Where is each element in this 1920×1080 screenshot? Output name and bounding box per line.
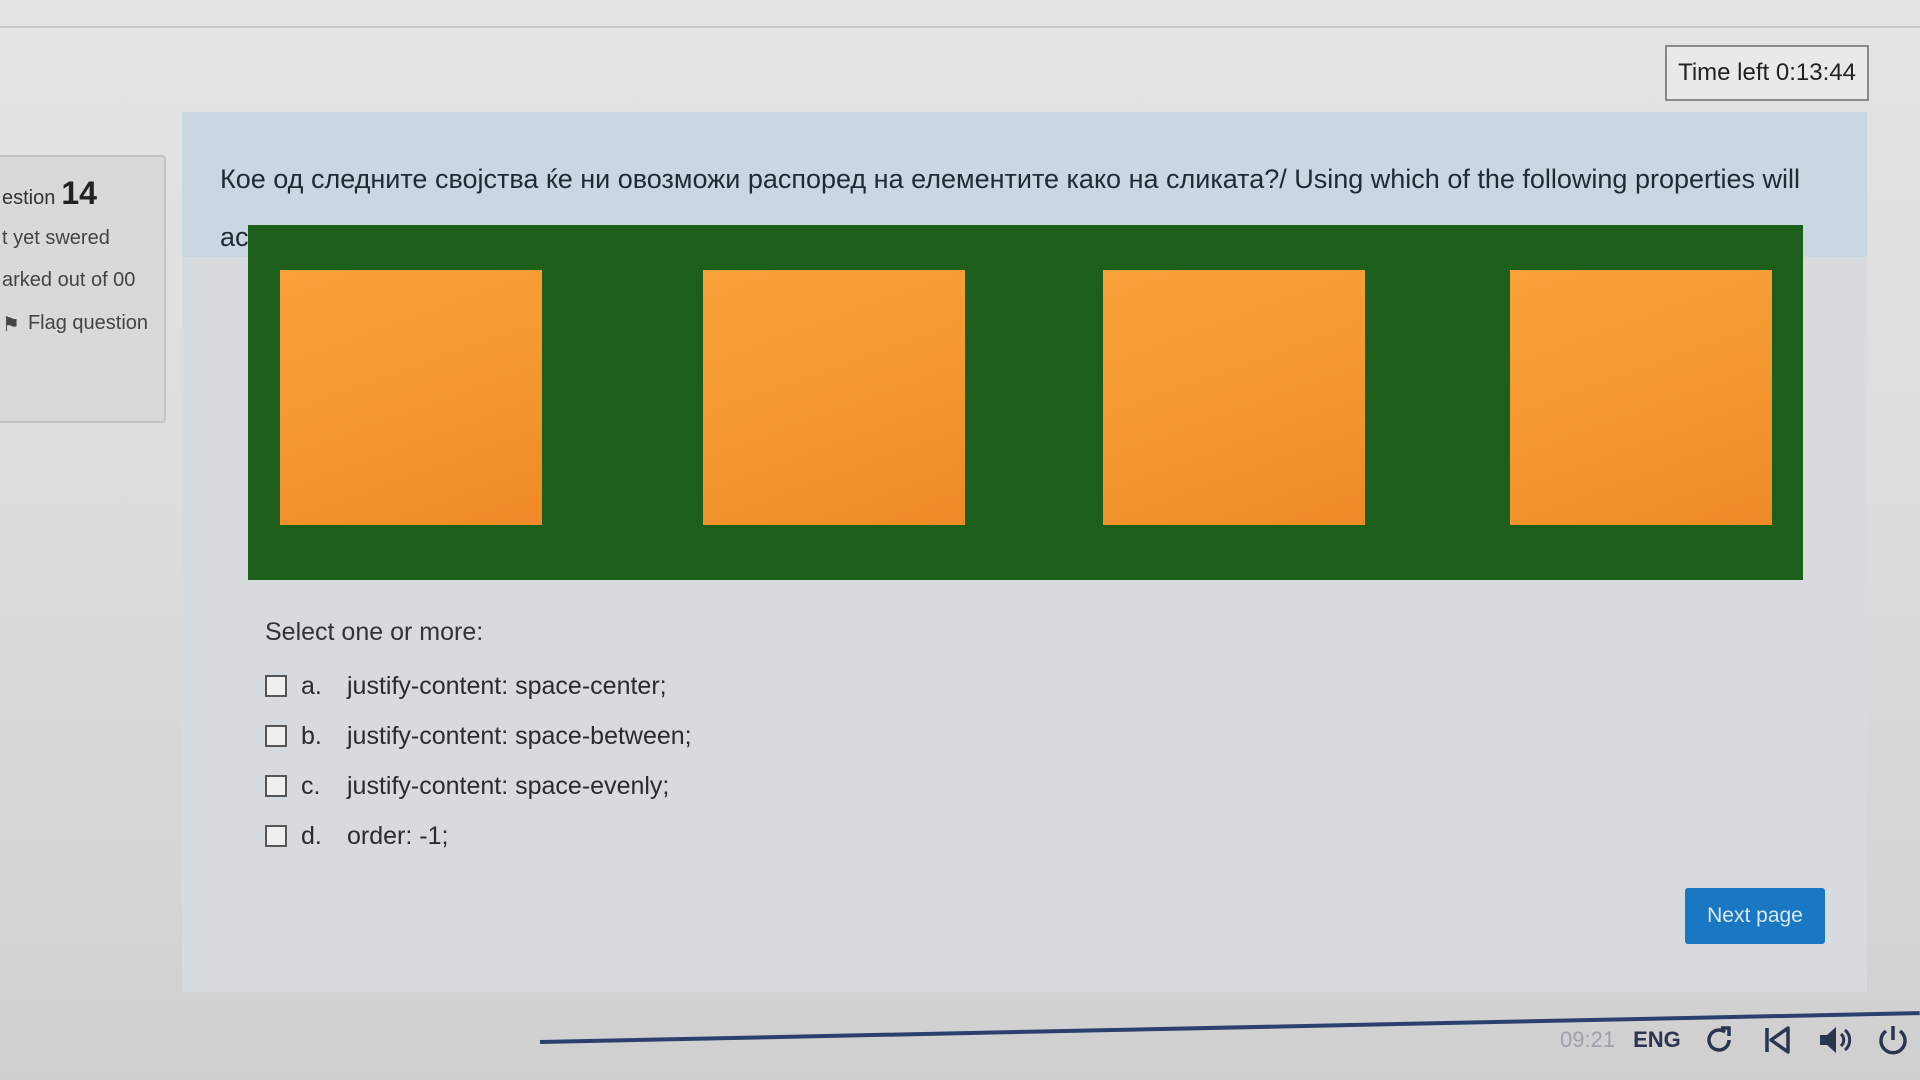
option-letter: d. [301, 821, 322, 850]
option-text: justify-content: space-between; [347, 721, 692, 750]
refresh-icon[interactable] [1699, 1020, 1739, 1060]
question-number: 14 [61, 175, 97, 211]
checkbox-c[interactable] [265, 775, 287, 797]
checkbox-b[interactable] [265, 725, 287, 747]
power-icon[interactable] [1873, 1020, 1913, 1060]
checkbox-d[interactable] [265, 825, 287, 847]
language-indicator[interactable]: ENG [1633, 1027, 1681, 1053]
option-letter: b. [301, 721, 322, 750]
flag-question-label: Flag question [27, 312, 149, 334]
option-a[interactable]: a. justify-content: space-center; [265, 661, 692, 711]
option-letter: c. [301, 771, 321, 800]
option-c[interactable]: c. justify-content: space-evenly; [265, 761, 692, 811]
clock: 09:21 [1560, 1027, 1616, 1052]
flex-item-1 [280, 270, 542, 525]
option-d[interactable]: d. order: -1; [265, 811, 692, 861]
answer-status: t yet swered [2, 227, 110, 249]
option-b[interactable]: b. justify-content: space-between; [265, 711, 692, 761]
volume-icon[interactable] [1815, 1020, 1855, 1060]
option-text: justify-content: space-evenly; [347, 771, 670, 800]
marks-info: arked out of 00 [2, 269, 136, 291]
flag-icon: ⚑ [2, 314, 20, 336]
question-number-row: estion 14 [2, 175, 164, 212]
question-label: estion [2, 187, 56, 209]
flex-item-3 [1103, 270, 1365, 525]
back-icon[interactable] [1757, 1020, 1797, 1060]
select-prompt: Select one or more: [265, 618, 484, 646]
flag-question-link[interactable]: ⚑ Flag question [2, 312, 164, 337]
question-info-panel: estion 14 t yet swered arked out of 00 ⚑… [0, 155, 166, 423]
option-letter: a. [301, 671, 322, 700]
time-left-indicator: Time left 0:13:44 [1665, 45, 1869, 101]
option-text: order: -1; [347, 821, 449, 850]
answer-block: Select one or more: a. justify-content: … [265, 618, 692, 861]
flex-item-2 [703, 270, 965, 525]
next-page-button[interactable]: Next page [1685, 888, 1825, 944]
header-divider [0, 26, 1920, 28]
flex-item-4 [1510, 270, 1772, 525]
time-left-label: Time left 0:13:44 [1678, 59, 1856, 86]
option-text: justify-content: space-center; [347, 671, 667, 700]
flex-layout-image [248, 225, 1803, 580]
checkbox-a[interactable] [265, 675, 287, 697]
taskbar: 09:21 ENG [1560, 1018, 1913, 1062]
